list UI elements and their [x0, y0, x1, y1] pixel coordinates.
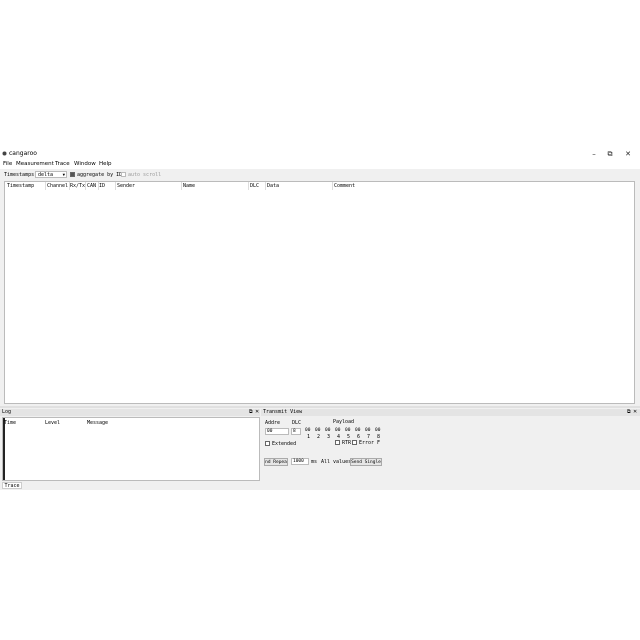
address-label: Addre	[265, 420, 281, 426]
payload-byte-2[interactable]: 00	[315, 428, 320, 433]
column-header-can[interactable]: CAN	[87, 183, 96, 189]
send-single-button[interactable]: Send Single	[350, 458, 382, 466]
log-list[interactable]: Time Level Message	[2, 417, 260, 481]
chevron-down-icon: ▼	[62, 172, 65, 177]
log-dock-titlebar: Log ⧉ ✕	[0, 409, 260, 416]
log-column-time[interactable]: Time	[4, 420, 16, 426]
payload-byte-5[interactable]: 00	[345, 428, 350, 433]
send-repeat-button[interactable]: nd Repea	[264, 458, 288, 466]
transmit-panel: Addre DLC Payload 00 8 00 00 00 00 00 00…	[262, 417, 640, 481]
ms-label: ms	[311, 459, 318, 465]
rtr-label: RTR	[342, 440, 352, 446]
address-input[interactable]: 00	[265, 428, 289, 435]
payload-byte-3[interactable]: 00	[325, 428, 330, 433]
menu-file[interactable]: File	[3, 161, 12, 167]
menu-measurement[interactable]: Measurement	[16, 161, 54, 167]
trace-table[interactable]: Timestamp Channel Rx/Tx CAN ID Sender Na…	[4, 181, 635, 404]
column-divider	[115, 182, 116, 190]
menu-trace[interactable]: Trace	[55, 161, 70, 167]
column-divider	[45, 182, 46, 190]
timestamps-value: delta	[38, 172, 54, 178]
log-dock-title: Log	[2, 409, 12, 415]
float-icon[interactable]: ⧉	[249, 409, 253, 415]
error-frame-label: Error F	[359, 440, 381, 446]
extended-label: Extended	[272, 441, 297, 447]
log-list-edge	[3, 418, 5, 480]
tab-trace[interactable]: Trace	[2, 482, 22, 489]
column-divider	[181, 182, 182, 190]
app-window: cangaroo – ⧉ ✕ File Measurement Trace Wi…	[0, 148, 640, 490]
column-divider	[332, 182, 333, 190]
dlc-label: DLC	[292, 420, 302, 426]
column-divider	[85, 182, 86, 190]
payload-byte-1[interactable]: 00	[305, 428, 310, 433]
payload-label: Payload	[333, 419, 355, 425]
error-frame-checkbox[interactable]	[352, 440, 357, 445]
float-icon[interactable]: ⧉	[627, 409, 631, 415]
dock-splitter[interactable]	[0, 406, 640, 408]
extended-checkbox[interactable]	[265, 441, 270, 446]
menu-help[interactable]: Help	[99, 161, 112, 167]
column-header-rxtx[interactable]: Rx/Tx	[70, 183, 85, 189]
column-header-id[interactable]: ID	[99, 183, 105, 189]
timestamps-select[interactable]: delta ▼	[35, 171, 67, 178]
window-title: cangaroo	[9, 150, 37, 157]
column-header-timestamp[interactable]: Timestamp	[7, 183, 34, 189]
menu-bar: File Measurement Trace Window Help	[0, 160, 640, 169]
close-button[interactable]: ✕	[621, 149, 635, 159]
column-header-dlc[interactable]: DLC	[250, 183, 259, 189]
rtr-checkbox[interactable]	[335, 440, 340, 445]
payload-byte-8[interactable]: 00	[375, 428, 380, 433]
byte-index-3: 3	[327, 434, 331, 440]
column-header-name[interactable]: Name	[183, 183, 195, 189]
aggregate-label: aggregate by ID	[77, 172, 123, 178]
autoscroll-checkbox[interactable]	[121, 172, 126, 177]
byte-index-1: 1	[307, 434, 311, 440]
payload-byte-4[interactable]: 00	[335, 428, 340, 433]
byte-index-2: 2	[317, 434, 321, 440]
column-header-comment[interactable]: Comment	[334, 183, 355, 189]
dlc-spinbox[interactable]: 8	[291, 428, 301, 435]
address-value: 00	[267, 429, 273, 434]
repeat-interval-spinbox[interactable]: 1000	[291, 458, 309, 465]
close-icon[interactable]: ✕	[255, 409, 259, 415]
minimize-button[interactable]: –	[587, 149, 601, 159]
dlc-value: 8	[293, 429, 296, 434]
repeat-interval-value: 1000	[293, 459, 304, 464]
column-header-channel[interactable]: Channel	[47, 183, 68, 189]
log-column-message[interactable]: Message	[87, 420, 108, 426]
timestamps-label: Timestamps:	[4, 172, 38, 178]
transmit-dock-title: Transmit View	[263, 409, 303, 415]
column-header-sender[interactable]: Sender	[117, 183, 135, 189]
close-icon[interactable]: ✕	[633, 409, 637, 415]
payload-byte-6[interactable]: 00	[355, 428, 360, 433]
maximize-button[interactable]: ⧉	[603, 149, 617, 159]
aggregate-checkbox[interactable]	[70, 172, 75, 177]
trace-toolbar: Timestamps: delta ▼ aggregate by ID auto…	[0, 170, 640, 180]
app-icon	[2, 151, 7, 156]
column-divider	[265, 182, 266, 190]
autoscroll-label: auto scroll	[128, 172, 162, 178]
column-divider	[248, 182, 249, 190]
log-column-level[interactable]: Level	[45, 420, 60, 426]
payload-byte-7[interactable]: 00	[365, 428, 370, 433]
transmit-dock-titlebar: Transmit View ⧉ ✕	[261, 409, 640, 416]
column-header-data[interactable]: Data	[267, 183, 279, 189]
all-values-label: All values	[321, 459, 352, 465]
menu-window[interactable]: Window	[74, 161, 96, 167]
title-bar: cangaroo – ⧉ ✕	[0, 148, 640, 160]
